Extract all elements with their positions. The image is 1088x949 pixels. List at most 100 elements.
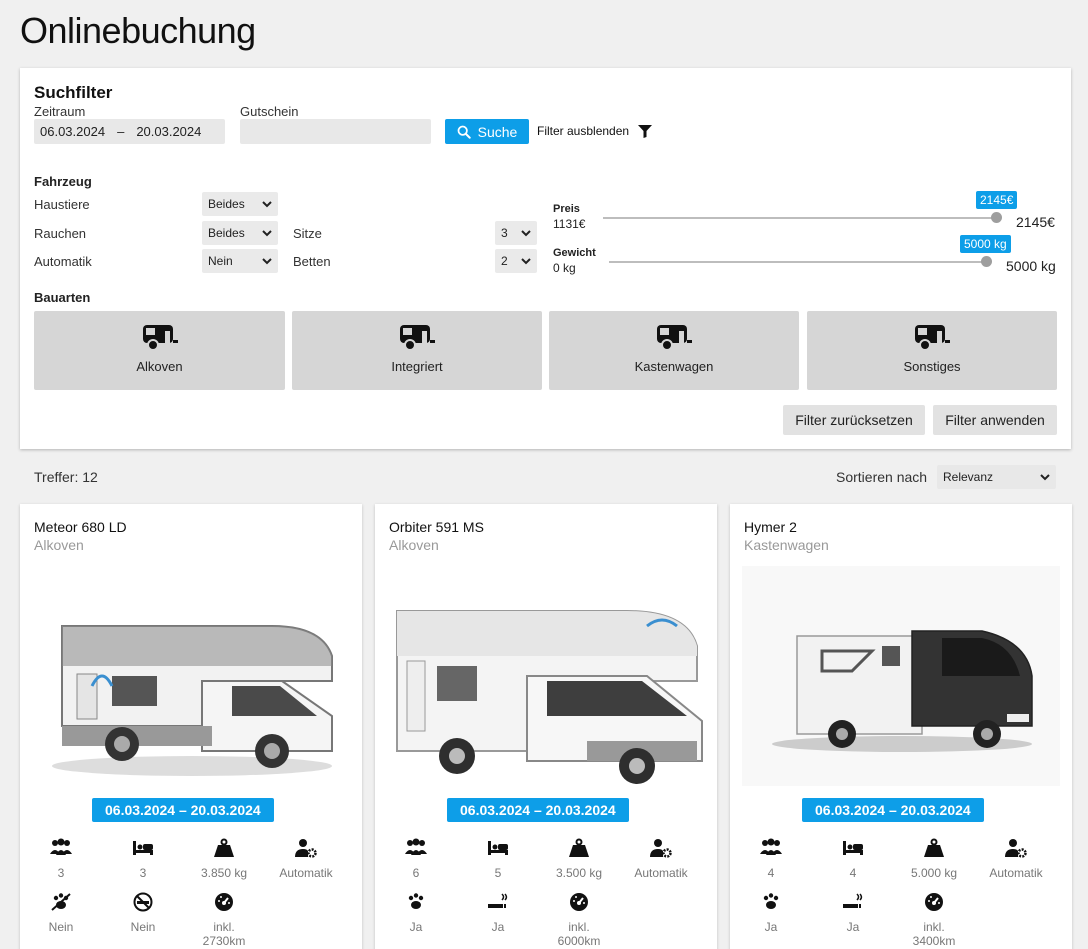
page-title: Onlinebuchung	[20, 10, 256, 51]
weight-icon	[569, 838, 589, 857]
spec-value: 5.000 kg	[910, 866, 958, 880]
date-range-pill: 06.03.2024 – 20.03.2024	[802, 798, 984, 822]
types-heading: Bauarten	[34, 290, 91, 305]
reset-filter-button[interactable]: Filter zurücksetzen	[783, 405, 925, 435]
type-button-alkoven[interactable]: Alkoven	[34, 311, 285, 390]
seats-select-value: 3	[501, 226, 508, 240]
vehicle-card[interactable]: Orbiter 591 MS Alkoven 06.03.2024 – 20.0…	[375, 504, 717, 949]
smoking-select-value: Beides	[208, 226, 245, 240]
beds-select[interactable]: 2	[495, 249, 537, 273]
spec-value: 3	[139, 866, 147, 880]
beds-label: Betten	[293, 254, 331, 269]
speedometer-icon	[215, 893, 233, 911]
spec-value: 6	[412, 866, 420, 880]
type-label: Kastenwagen	[634, 359, 714, 374]
camper-icon	[142, 325, 178, 351]
automatic-select[interactable]: Nein	[202, 249, 278, 273]
sort-select[interactable]: Relevanz	[937, 465, 1056, 489]
smoking-label: Rauchen	[34, 226, 87, 241]
bed-icon	[488, 841, 508, 855]
apply-filter-button[interactable]: Filter anwenden	[933, 405, 1057, 435]
spec-value: Ja	[846, 920, 860, 934]
type-button-integriert[interactable]: Integriert	[292, 311, 542, 390]
price-max: 2145€	[1016, 214, 1055, 230]
spec-value: 5	[494, 866, 502, 880]
user-gear-icon	[650, 839, 672, 858]
spec-beds: 3	[103, 838, 183, 880]
pets-select[interactable]: Beides	[202, 192, 278, 216]
camper-icon	[915, 325, 950, 351]
people-icon	[405, 838, 427, 855]
price-value-badge: 2145€	[976, 191, 1018, 209]
price-label: Preis	[553, 203, 580, 215]
price-slider-track[interactable]	[603, 217, 997, 219]
vehicle-image	[396, 610, 703, 784]
chevron-down-icon	[1040, 474, 1050, 481]
vehicle-card[interactable]: Hymer 2 Kastenwagen 06.03.2024 – 20.03.2…	[730, 504, 1072, 949]
vehicle-card[interactable]: Meteor 680 LD Alkoven 06.03.2024 – 20.03…	[20, 504, 362, 949]
spec-value: Automatik	[634, 866, 688, 880]
user-gear-icon	[1005, 839, 1027, 858]
sort-select-value: Relevanz	[943, 470, 994, 484]
user-gear-icon	[295, 839, 317, 858]
search-button[interactable]: Suche	[445, 119, 529, 144]
weight-icon	[924, 838, 944, 857]
vehicle-heading: Fahrzeug	[34, 174, 92, 189]
date-range-pill: 06.03.2024 – 20.03.2024	[92, 798, 274, 822]
spec-smoking: Ja	[458, 892, 538, 934]
no-smoking-icon	[133, 892, 153, 912]
vehicle-title: Orbiter 591 MS	[389, 519, 484, 535]
camper-icon	[657, 325, 692, 351]
weight-label: Gewicht	[553, 247, 596, 259]
weight-slider-thumb[interactable]	[981, 256, 992, 267]
bed-icon	[133, 841, 153, 855]
filter-heading: Suchfilter	[34, 83, 113, 102]
smoking-select[interactable]: Beides	[202, 221, 278, 245]
spec-weight: 3.500 kg	[539, 838, 619, 880]
hide-filter-toggle[interactable]: Filter ausblenden	[537, 124, 653, 138]
spec-mileage: inkl. 3400km	[894, 892, 974, 948]
spec-value: Automatik	[279, 866, 333, 880]
speedometer-icon	[925, 893, 943, 911]
vehicle-type: Alkoven	[34, 537, 84, 553]
spec-gear: Automatik	[266, 838, 346, 880]
type-button-sonstiges[interactable]: Sonstiges	[807, 311, 1057, 390]
search-button-label: Suche	[477, 123, 518, 140]
spec-weight: 3.850 kg	[184, 838, 264, 880]
paw-icon	[408, 893, 424, 909]
voucher-input[interactable]	[240, 119, 431, 144]
filter-funnel-icon	[638, 124, 653, 138]
speedometer-icon	[570, 893, 588, 911]
sort-label: Sortieren nach	[836, 469, 928, 485]
automatic-label: Automatik	[34, 254, 92, 269]
smoking-icon	[488, 893, 508, 908]
weight-min: 0 kg	[553, 261, 576, 275]
people-icon	[760, 838, 782, 855]
paw-icon	[763, 893, 779, 909]
chevron-down-icon	[262, 258, 272, 265]
type-button-kastenwagen[interactable]: Kastenwagen	[549, 311, 799, 390]
weight-max: 5000 kg	[1006, 258, 1056, 274]
voucher-label: Gutschein	[240, 104, 299, 119]
spec-value: 4	[849, 866, 857, 880]
spec-mileage: inkl. 6000km	[539, 892, 619, 948]
spec-value: 4	[767, 866, 775, 880]
spec-persons: 3	[21, 838, 101, 880]
no-pets-icon	[51, 893, 71, 911]
spec-value: Nein	[130, 920, 156, 934]
price-slider-thumb[interactable]	[991, 212, 1002, 223]
date-range-field[interactable]: 06.03.2024 – 20.03.2024	[34, 119, 225, 144]
spec-value: inkl. 6000km	[557, 920, 601, 948]
date-from: 06.03.2024	[40, 124, 106, 139]
spec-value: Ja	[764, 920, 778, 934]
spec-value: inkl. 3400km	[912, 920, 956, 948]
hits-count: Treffer: 12	[34, 469, 98, 485]
vehicle-type: Kastenwagen	[744, 537, 829, 553]
weight-slider-track[interactable]	[609, 261, 987, 263]
date-range-pill: 06.03.2024 – 20.03.2024	[447, 798, 629, 822]
search-filter-panel: Suchfilter Zeitraum 06.03.2024 – 20.03.2…	[20, 68, 1071, 449]
spec-pets: Ja	[376, 892, 456, 934]
spec-value: Automatik	[989, 866, 1043, 880]
seats-select[interactable]: 3	[495, 221, 537, 245]
spec-beds: 5	[458, 838, 538, 880]
